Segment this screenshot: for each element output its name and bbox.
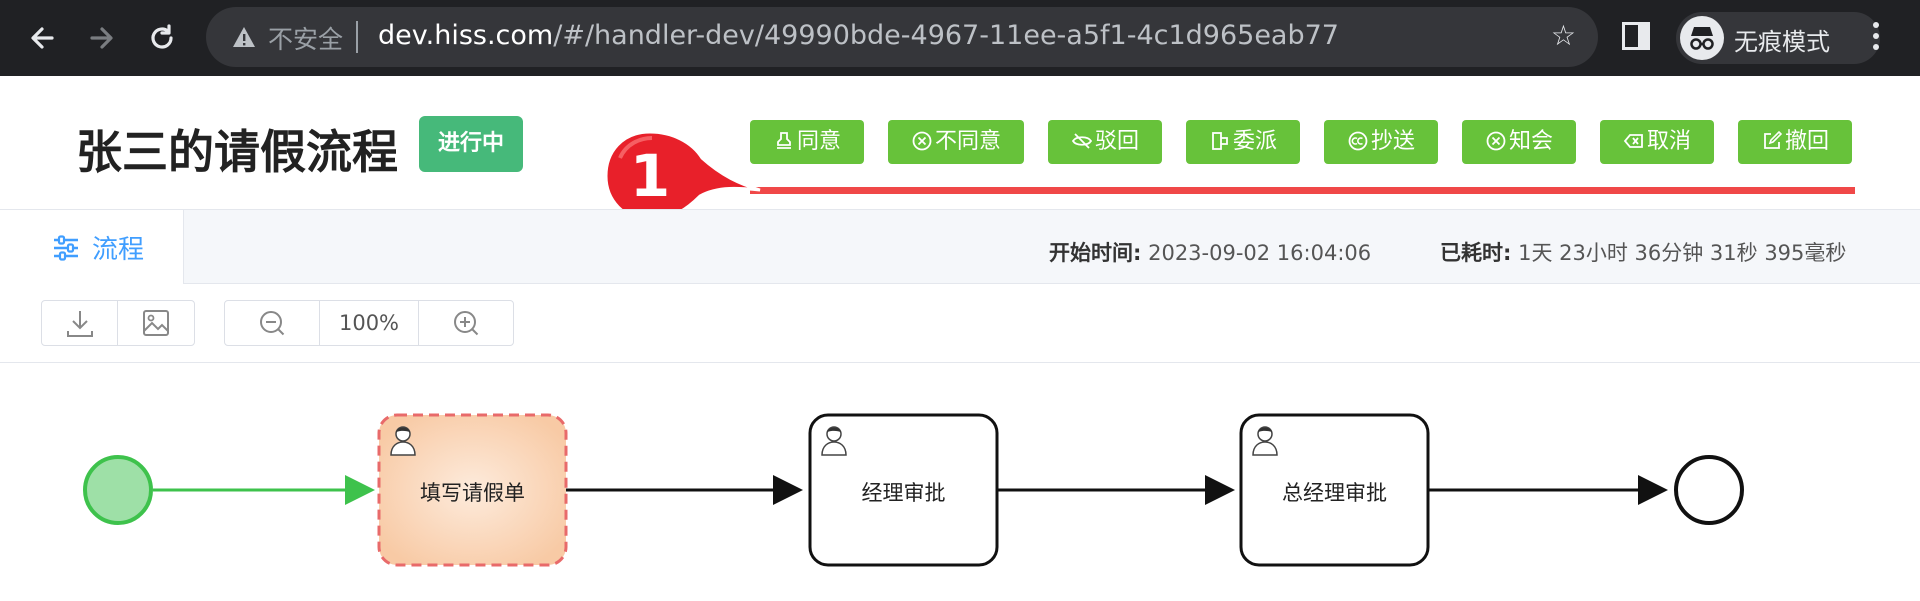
x-circle-icon <box>1486 131 1506 151</box>
zoom-tool-group: 100% <box>224 300 514 346</box>
browser-chrome: 不安全 dev.hiss.com/#/handler-dev/49990bde-… <box>0 0 1920 76</box>
forward-icon[interactable] <box>82 18 122 58</box>
annotation-underline <box>750 187 1855 194</box>
url-path: /#/handler-dev/49990bde-4967-11ee-a5f1-4… <box>553 20 1339 51</box>
delegate-icon <box>1212 132 1228 150</box>
task-label: 总经理审批 <box>1282 481 1387 505</box>
zoom-in-icon <box>454 311 479 336</box>
x-circle-icon <box>912 131 932 151</box>
zoom-out-button[interactable] <box>225 301 320 345</box>
export-tool-group <box>41 300 195 346</box>
start-time: 开始时间: 2023-09-02 16:04:06 <box>1049 237 1371 267</box>
reject-button[interactable]: 不同意 <box>888 120 1024 164</box>
address-bar[interactable]: 不安全 dev.hiss.com/#/handler-dev/49990bde-… <box>206 7 1598 67</box>
start-time-label: 开始时间: <box>1049 241 1142 265</box>
return-button[interactable]: 驳回 <box>1048 120 1162 164</box>
incognito-indicator[interactable]: 无痕模式 <box>1676 12 1880 64</box>
backspace-icon <box>1623 134 1643 148</box>
stamp-icon <box>776 132 791 149</box>
url-separator <box>356 21 358 53</box>
start-time-value: 2023-09-02 16:04:06 <box>1148 241 1372 265</box>
download-button[interactable] <box>42 301 118 345</box>
cancel-button[interactable]: 取消 <box>1600 120 1714 164</box>
end-event[interactable] <box>1674 455 1744 525</box>
process-diagram[interactable]: 填写请假单 经理审批 总经理审批 <box>0 363 1920 601</box>
menu-icon[interactable] <box>1870 18 1882 58</box>
tab-bar: 流程 开始时间: 2023-09-02 16:04:06 已耗时: 1天 23小… <box>0 209 1920 284</box>
reload-icon[interactable] <box>142 18 182 58</box>
edit-icon <box>1764 130 1783 149</box>
url-text[interactable]: dev.hiss.com/#/handler-dev/49990bde-4967… <box>378 20 1339 51</box>
zoom-level: 100% <box>320 301 419 345</box>
elapsed-time-value: 1天 23小时 36分钟 31秒 395毫秒 <box>1518 241 1847 265</box>
start-event[interactable] <box>83 455 153 525</box>
cc-button[interactable]: 抄送 <box>1324 120 1438 164</box>
cc-icon <box>1348 131 1368 151</box>
warning-icon <box>233 27 255 47</box>
elapsed-time: 已耗时: 1天 23小时 36分钟 31秒 395毫秒 <box>1440 237 1846 267</box>
page-title: 张三的请假流程 <box>76 125 398 179</box>
task-label: 经理审批 <box>861 481 946 505</box>
zoom-out-icon <box>260 311 285 336</box>
tab-process[interactable]: 流程 <box>0 210 184 284</box>
zoom-in-button[interactable] <box>419 301 513 345</box>
download-icon <box>66 311 93 337</box>
eye-off-icon <box>1071 133 1093 149</box>
delegate-button[interactable]: 委派 <box>1186 120 1300 164</box>
tab-label: 流程 <box>92 235 145 265</box>
export-image-button[interactable] <box>118 301 194 345</box>
back-icon[interactable] <box>22 18 62 58</box>
elapsed-time-label: 已耗时: <box>1440 241 1512 265</box>
annotation-number: 1 <box>630 142 670 210</box>
status-badge: 进行中 <box>419 116 523 172</box>
withdraw-button[interactable]: 撤回 <box>1738 120 1852 164</box>
url-host: dev.hiss.com <box>378 20 554 51</box>
task-label: 填写请假单 <box>420 481 525 505</box>
notify-button[interactable]: 知会 <box>1462 120 1576 164</box>
sliders-icon <box>54 235 78 261</box>
image-icon <box>143 310 169 336</box>
incognito-label: 无痕模式 <box>1734 28 1830 56</box>
side-panel-icon[interactable] <box>1622 22 1650 50</box>
incognito-icon <box>1680 16 1724 60</box>
insecure-label: 不安全 <box>268 25 344 54</box>
bookmark-star-icon[interactable]: ☆ <box>1551 19 1576 52</box>
